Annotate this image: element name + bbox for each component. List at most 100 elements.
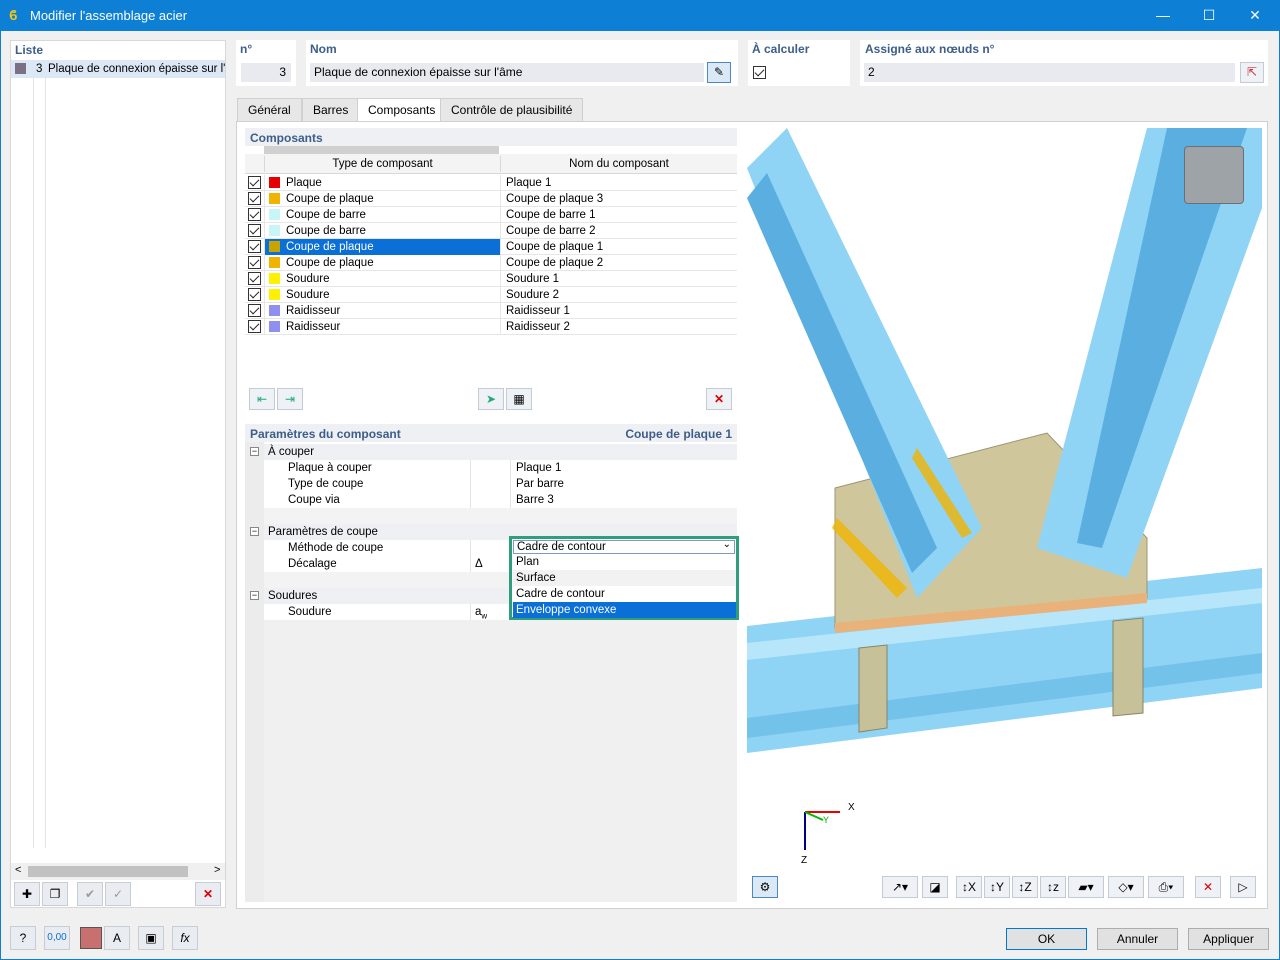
row-checkbox[interactable] xyxy=(248,240,261,253)
component-name[interactable]: Coupe de barre 2 xyxy=(500,223,737,239)
table-row[interactable]: Coupe de barre Coupe de barre 1 xyxy=(245,207,737,223)
chevron-down-icon[interactable]: ⌄ xyxy=(723,539,731,550)
check-all-icon[interactable]: ✔ xyxy=(77,882,103,906)
type-cell[interactable]: Plaque xyxy=(264,175,500,191)
component-name[interactable]: Raidisseur 2 xyxy=(500,319,737,335)
plate-to-cut-value[interactable]: Plaque 1 xyxy=(516,460,561,476)
cut-via-value[interactable]: Barre 3 xyxy=(516,492,554,508)
row-checkbox[interactable] xyxy=(248,176,261,189)
type-cell[interactable]: Coupe de plaque xyxy=(264,255,500,271)
row-checkbox[interactable] xyxy=(248,256,261,269)
view-x-icon[interactable]: ↕X xyxy=(956,876,982,898)
cut-type-value[interactable]: Par barre xyxy=(516,476,564,492)
col-name-header[interactable]: Nom du composant xyxy=(500,156,737,172)
apply-button[interactable]: Appliquer xyxy=(1188,928,1269,950)
pick-nodes-icon[interactable]: ⇱ xyxy=(1240,62,1264,83)
view-z-icon[interactable]: ↕Z xyxy=(1012,876,1038,898)
row-checkbox[interactable] xyxy=(248,320,261,333)
units-icon[interactable]: 0,00 xyxy=(44,926,70,950)
type-cell[interactable]: Coupe de plaque xyxy=(264,191,500,207)
component-name[interactable]: Coupe de plaque 1 xyxy=(500,239,737,255)
component-name[interactable]: Coupe de barre 1 xyxy=(500,207,737,223)
row-checkbox[interactable] xyxy=(248,208,261,221)
scroll-left-icon[interactable]: < xyxy=(15,864,21,876)
table-row[interactable]: Plaque Plaque 1 xyxy=(245,175,737,191)
scroll-right-icon[interactable]: > xyxy=(214,864,220,876)
row-checkbox[interactable] xyxy=(248,288,261,301)
help-icon[interactable]: ? xyxy=(10,926,36,950)
row-checkbox[interactable] xyxy=(248,304,261,317)
formula-icon[interactable]: fx xyxy=(172,926,198,950)
table-row[interactable]: Coupe de plaque Coupe de plaque 1 xyxy=(245,239,737,255)
horizontal-scrollbar[interactable]: < > xyxy=(11,863,225,880)
uncheck-all-icon[interactable]: ✓ xyxy=(105,882,131,906)
option-surface[interactable]: Surface xyxy=(513,570,736,586)
delete-component-icon[interactable]: ✕ xyxy=(706,388,732,410)
view-cube-icon[interactable] xyxy=(1184,146,1244,204)
nodes-field[interactable]: 2 xyxy=(864,63,1235,82)
viewport-options-icon[interactable]: ⚙ xyxy=(752,876,778,898)
tab-barres[interactable]: Barres xyxy=(302,98,360,121)
type-cell[interactable]: Coupe de barre xyxy=(264,207,500,223)
table-row[interactable]: Raidisseur Raidisseur 2 xyxy=(245,319,737,335)
component-name[interactable]: Coupe de plaque 2 xyxy=(500,255,737,271)
type-cell[interactable]: Coupe de barre xyxy=(264,223,500,239)
maximize-button[interactable]: ☐ xyxy=(1186,0,1232,31)
table-row[interactable]: Coupe de barre Coupe de barre 2 xyxy=(245,223,737,239)
table-row[interactable]: Soudure Soudure 1 xyxy=(245,271,737,287)
component-settings-icon[interactable]: ➤ xyxy=(478,388,504,410)
import-left-icon[interactable]: ⇤ xyxy=(249,388,275,410)
expand-view-icon[interactable]: ▷ xyxy=(1230,876,1256,898)
row-checkbox[interactable] xyxy=(248,224,261,237)
component-library-icon[interactable]: ▦ xyxy=(506,388,532,410)
color-icon[interactable] xyxy=(80,927,102,949)
cancel-button[interactable]: Annuler xyxy=(1097,928,1178,950)
print-icon[interactable]: ⎙▾ xyxy=(1148,876,1184,898)
name-field[interactable]: Plaque de connexion épaisse sur l'âme xyxy=(310,63,704,82)
view-settings-icon[interactable]: ◪ xyxy=(922,876,948,898)
coordinate-system-icon[interactable]: ↗▾ xyxy=(882,876,918,898)
tab-general[interactable]: Général xyxy=(237,98,302,121)
tab-composants[interactable]: Composants xyxy=(357,98,447,122)
new-item-icon[interactable]: ✚ xyxy=(14,882,40,906)
number-field[interactable]: 3 xyxy=(241,63,291,82)
option-convex-hull[interactable]: Enveloppe convexe xyxy=(513,602,736,618)
delete-item-icon[interactable]: ✕ xyxy=(195,882,221,906)
minimize-button[interactable]: — xyxy=(1140,0,1186,31)
collapse-icon[interactable]: − xyxy=(250,527,259,536)
scrollbar-thumb[interactable] xyxy=(28,866,188,877)
type-cell[interactable]: Raidisseur xyxy=(264,303,500,319)
component-name[interactable]: Raidisseur 1 xyxy=(500,303,737,319)
display-mode-icon[interactable]: ◇▾ xyxy=(1108,876,1144,898)
collapse-icon[interactable]: − xyxy=(250,447,259,456)
component-name[interactable]: Plaque 1 xyxy=(500,175,737,191)
table-row[interactable]: Coupe de plaque Coupe de plaque 2 xyxy=(245,255,737,271)
view-neg-y-icon[interactable]: ↕Y xyxy=(984,876,1010,898)
collapse-icon[interactable]: − xyxy=(250,591,259,600)
edit-name-icon[interactable]: ✎ xyxy=(707,62,731,83)
component-name[interactable]: Soudure 2 xyxy=(500,287,737,303)
row-checkbox[interactable] xyxy=(248,272,261,285)
import-right-icon[interactable]: ⇥ xyxy=(277,388,303,410)
option-contour[interactable]: Cadre de contour xyxy=(516,586,736,602)
row-checkbox[interactable] xyxy=(248,192,261,205)
col-type-header[interactable]: Type de composant xyxy=(264,156,500,172)
option-plan[interactable]: Plan xyxy=(516,554,736,570)
display-icon[interactable]: ▣ xyxy=(138,926,164,950)
3d-viewport[interactable]: X Y Z xyxy=(747,128,1262,870)
view-neg-z-icon[interactable]: ↕z xyxy=(1040,876,1066,898)
cut-method-dropdown[interactable]: Cadre de contour ⌄ Plan Surface Cadre de… xyxy=(509,536,739,620)
close-window-button[interactable]: ✕ xyxy=(1232,0,1278,31)
list-item[interactable]: 3 Plaque de connexion épaisse sur l' xyxy=(11,60,225,78)
dropdown-selected[interactable]: Cadre de contour ⌄ xyxy=(513,539,735,554)
tab-plausibility[interactable]: Contrôle de plausibilité xyxy=(440,98,584,121)
render-mode-icon[interactable]: ▰▾ xyxy=(1068,876,1104,898)
table-row[interactable]: Coupe de plaque Coupe de plaque 3 xyxy=(245,191,737,207)
component-name[interactable]: Coupe de plaque 3 xyxy=(500,191,737,207)
type-cell[interactable]: Coupe de plaque xyxy=(264,239,500,255)
table-row[interactable]: Raidisseur Raidisseur 1 xyxy=(245,303,737,319)
numbering-icon[interactable]: A xyxy=(104,926,130,950)
type-cell[interactable]: Soudure xyxy=(264,287,500,303)
calculate-checkbox[interactable] xyxy=(753,66,766,79)
component-name[interactable]: Soudure 1 xyxy=(500,271,737,287)
